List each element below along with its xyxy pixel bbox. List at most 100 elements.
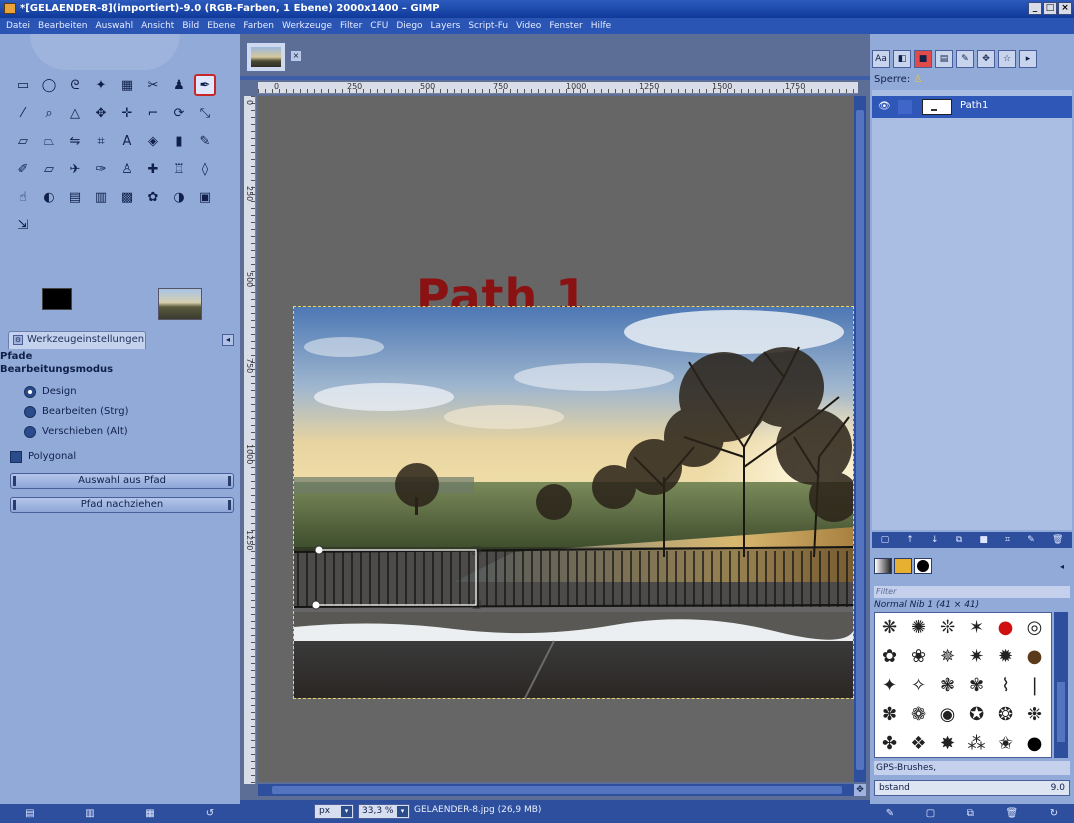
- menu-video[interactable]: Video: [516, 18, 541, 34]
- tab-paths[interactable]: ■: [914, 50, 932, 68]
- tab-patterns[interactable]: ✥: [977, 50, 995, 68]
- fuzzy-select-icon[interactable]: ✦: [90, 74, 112, 96]
- eraser-icon[interactable]: ▱: [38, 158, 60, 180]
- delete-icon[interactable]: ▦: [143, 808, 157, 820]
- spacing-slider[interactable]: bstand 9.0: [874, 780, 1070, 796]
- menu-ebene[interactable]: Ebene: [207, 18, 235, 34]
- shear-icon[interactable]: ▱: [12, 130, 34, 152]
- paintbrush-icon[interactable]: ✐: [12, 158, 34, 180]
- menu-ansicht[interactable]: Ansicht: [141, 18, 174, 34]
- delete-brush-icon[interactable]: 🗑: [1006, 808, 1019, 819]
- scrollbar-thumb[interactable]: [1057, 682, 1065, 742]
- rotate-icon[interactable]: ⟳: [168, 102, 190, 124]
- menu-farben[interactable]: Farben: [243, 18, 274, 34]
- duplicate-brush-icon[interactable]: ⧉: [967, 808, 974, 819]
- path-row[interactable]: 👁 Path1: [872, 96, 1072, 118]
- menu-fenster[interactable]: Fenster: [549, 18, 582, 34]
- rect-select-icon[interactable]: ▭: [12, 74, 34, 96]
- radio-design[interactable]: Design: [24, 385, 77, 399]
- color-balance-icon[interactable]: ✿: [142, 186, 164, 208]
- tab-gradient[interactable]: [874, 558, 892, 574]
- text-icon[interactable]: A: [116, 130, 138, 152]
- menu-hilfe[interactable]: Hilfe: [591, 18, 611, 34]
- new-path-icon[interactable]: ▢: [881, 535, 890, 545]
- selection-to-path-icon[interactable]: ⌗: [1005, 535, 1010, 545]
- align-icon[interactable]: ✛: [116, 102, 138, 124]
- raise-icon[interactable]: ↑: [906, 535, 914, 545]
- minimize-button[interactable]: _: [1028, 2, 1042, 15]
- brush-item[interactable]: ●: [1020, 642, 1049, 671]
- tab-more[interactable]: ▸: [1019, 50, 1037, 68]
- tab-layers[interactable]: Aa: [872, 50, 890, 68]
- menu-bearbeiten[interactable]: Bearbeiten: [38, 18, 87, 34]
- tab-undo[interactable]: ▤: [935, 50, 953, 68]
- threshold-icon[interactable]: ◑: [168, 186, 190, 208]
- brush-item[interactable]: ✵: [933, 642, 962, 671]
- tab-menu-icon[interactable]: ◂: [1060, 562, 1070, 572]
- foreground-select-icon[interactable]: ♟: [168, 74, 190, 96]
- close-icon[interactable]: ×: [290, 50, 302, 62]
- brush-item[interactable]: ✺: [904, 613, 933, 642]
- pencil-icon[interactable]: ✎: [194, 130, 216, 152]
- perspective-icon[interactable]: ⏢: [38, 130, 60, 152]
- delete-icon[interactable]: 🗑: [1052, 535, 1063, 545]
- brush-item[interactable]: ✹: [991, 642, 1020, 671]
- brush-item[interactable]: ✾: [962, 671, 991, 700]
- horizontal-ruler[interactable]: 02505007501000125015001750200: [258, 82, 858, 94]
- brush-item[interactable]: ❘: [1020, 671, 1049, 700]
- menu-script-fu[interactable]: Script-Fu: [468, 18, 508, 34]
- ink-icon[interactable]: ✑: [90, 158, 112, 180]
- menu-datei[interactable]: Datei: [6, 18, 30, 34]
- brush-item[interactable]: ❂: [991, 700, 1020, 729]
- bucket-fill-icon[interactable]: ◈: [142, 130, 164, 152]
- navigate-icon[interactable]: ✥: [854, 784, 866, 796]
- dodge-icon[interactable]: ◐: [38, 186, 60, 208]
- brush-item[interactable]: ❋: [875, 613, 904, 642]
- vertical-ruler[interactable]: 0 250 500 750 1000 1250: [244, 96, 256, 784]
- filter-input[interactable]: Filter: [874, 586, 1070, 598]
- restore-icon[interactable]: ▥: [83, 808, 97, 820]
- refresh-icon[interactable]: ↻: [1050, 808, 1058, 819]
- image-tab[interactable]: [246, 42, 286, 72]
- canvas-area[interactable]: Path 1: [258, 96, 854, 782]
- radio-edit[interactable]: Bearbeiten (Strg): [24, 405, 128, 419]
- reset-icon[interactable]: ↺: [203, 808, 217, 820]
- brush-item[interactable]: ✷: [962, 642, 991, 671]
- path-to-selection-icon[interactable]: ■: [979, 535, 988, 545]
- scale-icon[interactable]: ⤡: [194, 102, 216, 124]
- tab-brush[interactable]: [914, 558, 932, 574]
- tab-menu-icon[interactable]: ◂: [222, 334, 234, 346]
- brush-item[interactable]: ❀: [904, 642, 933, 671]
- menu-layers[interactable]: Layers: [431, 18, 461, 34]
- clone-icon[interactable]: ♙: [116, 158, 138, 180]
- perspective-clone-icon[interactable]: ♖: [168, 158, 190, 180]
- brush-item[interactable]: ❁: [904, 700, 933, 729]
- chain-icon[interactable]: [898, 100, 912, 114]
- horizontal-scrollbar[interactable]: [258, 784, 854, 796]
- maximize-button[interactable]: □: [1043, 2, 1057, 15]
- brush-item[interactable]: ✽: [875, 700, 904, 729]
- brush-item[interactable]: ⁂: [962, 729, 991, 758]
- curves-icon[interactable]: ▥: [90, 186, 112, 208]
- cage-icon[interactable]: ⌗: [90, 130, 112, 152]
- vertical-scrollbar[interactable]: [854, 96, 866, 782]
- radio-move[interactable]: Verschieben (Alt): [24, 425, 128, 439]
- polygonal-checkbox[interactable]: Polygonal: [10, 450, 76, 464]
- brush-item[interactable]: ⌇: [991, 671, 1020, 700]
- brush-item[interactable]: ✿: [875, 642, 904, 671]
- brightness-icon[interactable]: ▣: [194, 186, 216, 208]
- crop-icon[interactable]: ⌐: [142, 102, 164, 124]
- ellipse-select-icon[interactable]: ◯: [38, 74, 60, 96]
- brush-item[interactable]: ●: [991, 613, 1020, 642]
- blur-icon[interactable]: ◊: [194, 158, 216, 180]
- color-select-icon[interactable]: ▦: [116, 74, 138, 96]
- flip-icon[interactable]: ⇋: [64, 130, 86, 152]
- levels-icon[interactable]: ▤: [64, 186, 86, 208]
- brush-item[interactable]: ❉: [1020, 700, 1049, 729]
- scissors-icon[interactable]: ✂: [142, 74, 164, 96]
- blend-icon[interactable]: ▮: [168, 130, 190, 152]
- eye-icon[interactable]: 👁: [878, 100, 892, 114]
- lower-icon[interactable]: ↓: [931, 535, 939, 545]
- zoom-icon[interactable]: ⌕: [38, 102, 60, 124]
- brush-item[interactable]: ❊: [933, 613, 962, 642]
